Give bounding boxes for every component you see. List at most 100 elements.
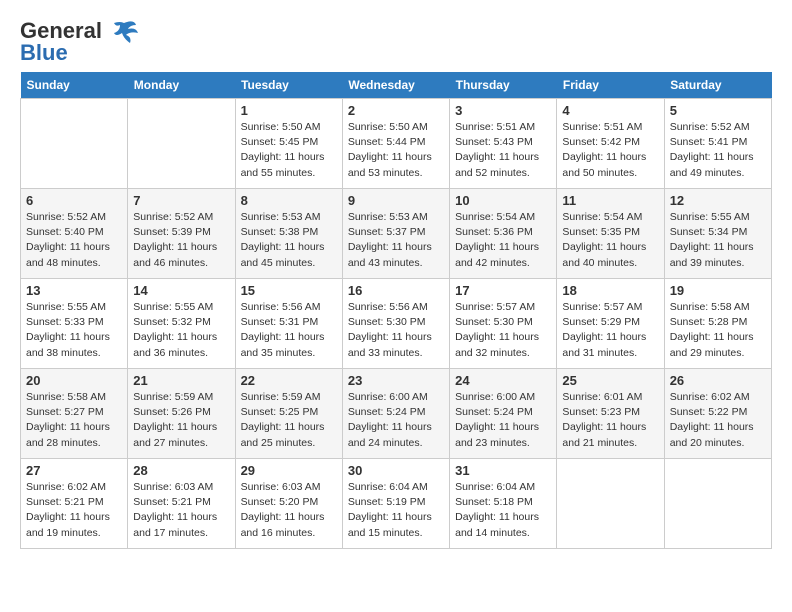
logo-bird-icon [106, 15, 142, 51]
day-info: Sunrise: 5:54 AMSunset: 5:36 PMDaylight:… [455, 210, 551, 271]
day-number: 4 [562, 103, 658, 118]
day-number: 14 [133, 283, 229, 298]
week-row-5: 27 Sunrise: 6:02 AMSunset: 5:21 PMDayligh… [21, 459, 772, 549]
calendar-cell: 26 Sunrise: 6:02 AMSunset: 5:22 PMDayligh… [664, 369, 771, 459]
day-number: 1 [241, 103, 337, 118]
day-info: Sunrise: 6:04 AMSunset: 5:18 PMDaylight:… [455, 480, 551, 541]
day-number: 28 [133, 463, 229, 478]
day-number: 22 [241, 373, 337, 388]
logo-text: GeneralBlue [20, 20, 102, 64]
day-number: 24 [455, 373, 551, 388]
calendar-cell: 21 Sunrise: 5:59 AMSunset: 5:26 PMDayligh… [128, 369, 235, 459]
day-number: 12 [670, 193, 766, 208]
day-info: Sunrise: 5:57 AMSunset: 5:29 PMDaylight:… [562, 300, 658, 361]
weekday-header-sunday: Sunday [21, 72, 128, 99]
calendar-cell [557, 459, 664, 549]
calendar-cell: 16 Sunrise: 5:56 AMSunset: 5:30 PMDayligh… [342, 279, 449, 369]
page-header: GeneralBlue [20, 20, 772, 64]
calendar-cell: 19Sunrise: 5:58 AMSunset: 5:28 PMDayligh… [664, 279, 771, 369]
day-info: Sunrise: 5:55 AMSunset: 5:32 PMDaylight:… [133, 300, 229, 361]
week-row-2: 6 Sunrise: 5:52 AMSunset: 5:40 PMDaylight… [21, 189, 772, 279]
day-number: 11 [562, 193, 658, 208]
day-number: 6 [26, 193, 122, 208]
day-number: 13 [26, 283, 122, 298]
day-number: 9 [348, 193, 444, 208]
day-number: 18 [562, 283, 658, 298]
day-info: Sunrise: 6:02 AMSunset: 5:21 PMDaylight:… [26, 480, 122, 541]
day-number: 27 [26, 463, 122, 478]
calendar-cell: 24 Sunrise: 6:00 AMSunset: 5:24 PMDayligh… [450, 369, 557, 459]
day-info: Sunrise: 5:55 AMSunset: 5:33 PMDaylight:… [26, 300, 122, 361]
calendar-cell: 28 Sunrise: 6:03 AMSunset: 5:21 PMDayligh… [128, 459, 235, 549]
calendar-cell: 20 Sunrise: 5:58 AMSunset: 5:27 PMDayligh… [21, 369, 128, 459]
day-info: Sunrise: 5:56 AMSunset: 5:30 PMDaylight:… [348, 300, 444, 361]
calendar-cell [21, 99, 128, 189]
calendar-cell: 15 Sunrise: 5:56 AMSunset: 5:31 PMDayligh… [235, 279, 342, 369]
calendar-cell: 18 Sunrise: 5:57 AMSunset: 5:29 PMDayligh… [557, 279, 664, 369]
calendar-cell [128, 99, 235, 189]
calendar-table: SundayMondayTuesdayWednesdayThursdayFrid… [20, 72, 772, 549]
calendar-cell: 11Sunrise: 5:54 AMSunset: 5:35 PMDayligh… [557, 189, 664, 279]
calendar-cell: 17 Sunrise: 5:57 AMSunset: 5:30 PMDayligh… [450, 279, 557, 369]
calendar-cell: 31Sunrise: 6:04 AMSunset: 5:18 PMDayligh… [450, 459, 557, 549]
day-info: Sunrise: 5:56 AMSunset: 5:31 PMDaylight:… [241, 300, 337, 361]
calendar-cell: 6 Sunrise: 5:52 AMSunset: 5:40 PMDaylight… [21, 189, 128, 279]
week-row-3: 13 Sunrise: 5:55 AMSunset: 5:33 PMDayligh… [21, 279, 772, 369]
day-number: 5 [670, 103, 766, 118]
day-number: 23 [348, 373, 444, 388]
calendar-cell: 12 Sunrise: 5:55 AMSunset: 5:34 PMDayligh… [664, 189, 771, 279]
day-info: Sunrise: 6:01 AMSunset: 5:23 PMDaylight:… [562, 390, 658, 451]
day-number: 20 [26, 373, 122, 388]
calendar-cell: 10Sunrise: 5:54 AMSunset: 5:36 PMDayligh… [450, 189, 557, 279]
day-info: Sunrise: 6:03 AMSunset: 5:20 PMDaylight:… [241, 480, 337, 541]
weekday-header-friday: Friday [557, 72, 664, 99]
day-number: 2 [348, 103, 444, 118]
day-number: 26 [670, 373, 766, 388]
day-number: 25 [562, 373, 658, 388]
calendar-cell: 9 Sunrise: 5:53 AMSunset: 5:37 PMDaylight… [342, 189, 449, 279]
day-info: Sunrise: 5:51 AMSunset: 5:43 PMDaylight:… [455, 120, 551, 181]
day-info: Sunrise: 5:59 AMSunset: 5:25 PMDaylight:… [241, 390, 337, 451]
weekday-header-saturday: Saturday [664, 72, 771, 99]
day-info: Sunrise: 5:51 AMSunset: 5:42 PMDaylight:… [562, 120, 658, 181]
day-number: 7 [133, 193, 229, 208]
calendar-cell: 5Sunrise: 5:52 AMSunset: 5:41 PMDaylight… [664, 99, 771, 189]
calendar-cell: 29Sunrise: 6:03 AMSunset: 5:20 PMDayligh… [235, 459, 342, 549]
day-number: 3 [455, 103, 551, 118]
calendar-cell: 27 Sunrise: 6:02 AMSunset: 5:21 PMDayligh… [21, 459, 128, 549]
day-info: Sunrise: 5:52 AMSunset: 5:40 PMDaylight:… [26, 210, 122, 271]
calendar-cell: 13 Sunrise: 5:55 AMSunset: 5:33 PMDayligh… [21, 279, 128, 369]
day-number: 8 [241, 193, 337, 208]
calendar-cell: 7 Sunrise: 5:52 AMSunset: 5:39 PMDaylight… [128, 189, 235, 279]
day-number: 21 [133, 373, 229, 388]
day-info: Sunrise: 5:50 AMSunset: 5:44 PMDaylight:… [348, 120, 444, 181]
calendar-cell: 1Sunrise: 5:50 AMSunset: 5:45 PMDaylight… [235, 99, 342, 189]
calendar-cell: 22 Sunrise: 5:59 AMSunset: 5:25 PMDayligh… [235, 369, 342, 459]
calendar-cell: 3 Sunrise: 5:51 AMSunset: 5:43 PMDaylight… [450, 99, 557, 189]
day-info: Sunrise: 5:58 AMSunset: 5:28 PMDaylight:… [670, 300, 766, 361]
weekday-header-wednesday: Wednesday [342, 72, 449, 99]
day-info: Sunrise: 5:58 AMSunset: 5:27 PMDaylight:… [26, 390, 122, 451]
day-info: Sunrise: 5:52 AMSunset: 5:39 PMDaylight:… [133, 210, 229, 271]
day-number: 15 [241, 283, 337, 298]
calendar-cell: 8 Sunrise: 5:53 AMSunset: 5:38 PMDaylight… [235, 189, 342, 279]
day-info: Sunrise: 5:57 AMSunset: 5:30 PMDaylight:… [455, 300, 551, 361]
logo: GeneralBlue [20, 20, 142, 64]
calendar-cell: 14 Sunrise: 5:55 AMSunset: 5:32 PMDayligh… [128, 279, 235, 369]
day-number: 16 [348, 283, 444, 298]
day-info: Sunrise: 6:00 AMSunset: 5:24 PMDaylight:… [455, 390, 551, 451]
day-info: Sunrise: 5:53 AMSunset: 5:37 PMDaylight:… [348, 210, 444, 271]
weekday-header-tuesday: Tuesday [235, 72, 342, 99]
week-row-4: 20 Sunrise: 5:58 AMSunset: 5:27 PMDayligh… [21, 369, 772, 459]
day-info: Sunrise: 6:03 AMSunset: 5:21 PMDaylight:… [133, 480, 229, 541]
day-info: Sunrise: 5:59 AMSunset: 5:26 PMDaylight:… [133, 390, 229, 451]
calendar-cell: 30Sunrise: 6:04 AMSunset: 5:19 PMDayligh… [342, 459, 449, 549]
day-info: Sunrise: 6:02 AMSunset: 5:22 PMDaylight:… [670, 390, 766, 451]
day-info: Sunrise: 5:53 AMSunset: 5:38 PMDaylight:… [241, 210, 337, 271]
weekday-header-row: SundayMondayTuesdayWednesdayThursdayFrid… [21, 72, 772, 99]
calendar-cell: 25 Sunrise: 6:01 AMSunset: 5:23 PMDayligh… [557, 369, 664, 459]
day-info: Sunrise: 5:55 AMSunset: 5:34 PMDaylight:… [670, 210, 766, 271]
calendar-cell: 2 Sunrise: 5:50 AMSunset: 5:44 PMDaylight… [342, 99, 449, 189]
calendar-cell: 23Sunrise: 6:00 AMSunset: 5:24 PMDayligh… [342, 369, 449, 459]
day-number: 17 [455, 283, 551, 298]
